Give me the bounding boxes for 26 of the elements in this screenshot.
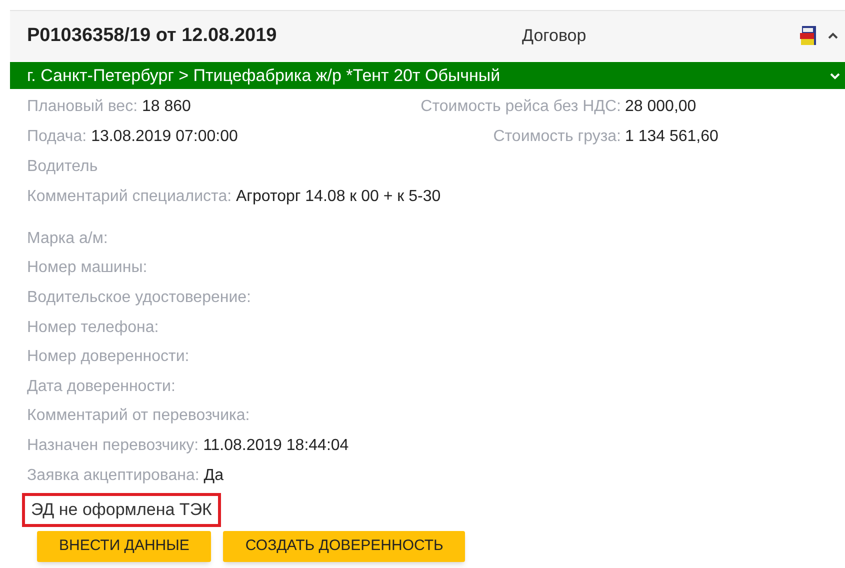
document-type: Договор	[522, 25, 586, 48]
field-label: Стоимость рейса без НДС:	[420, 97, 621, 117]
field-text: Номер доверенности:	[27, 347, 190, 368]
field-text: Подача: 13.08.2019 07:00:00	[27, 127, 239, 147]
field-text: Комментарий специалиста: Агроторг 14.08 к 00 + к 5-30	[27, 187, 441, 207]
field-text: Номер телефона:	[27, 318, 159, 338]
action-button[interactable]: СОЗДАТЬ ДОВЕРЕННОСТЬ	[223, 530, 466, 562]
contract-title: Р01036358/19 от 12.08.2019	[27, 24, 278, 48]
field-text: Комментарий от перевозчика:	[27, 406, 250, 426]
field-label: Стоимость груза:	[492, 127, 621, 147]
field-text: Водительское удостоверение:	[27, 288, 251, 308]
action-button[interactable]: ВНЕСТИ ДАННЫЕ	[37, 530, 212, 562]
field-text: Заявка акцептирована: Да	[27, 466, 224, 486]
route-bar[interactable]: г. Санкт-Петербург > Птицефабрика ж/р *Тент 20т Обычный	[10, 62, 845, 89]
field-text: Плановый вес: 18 860	[27, 97, 192, 117]
field-text: Водитель	[27, 157, 98, 177]
field-text: Марка а/м:	[27, 228, 108, 249]
field-text: Дата доверенности:	[27, 376, 176, 397]
field-text: Назначен перевозчику: 11.08.2019 18:44:04	[27, 436, 349, 456]
field-text: Номер машины:	[27, 258, 148, 278]
field-value: 28 000,00	[625, 97, 696, 117]
document-icon	[799, 25, 819, 47]
chevron-down-icon	[829, 72, 841, 80]
status-note: ЭД не оформлена ТЭК	[22, 493, 221, 527]
collapse-icon[interactable]	[827, 32, 839, 40]
field-value: 1 134 561,60	[625, 127, 718, 147]
